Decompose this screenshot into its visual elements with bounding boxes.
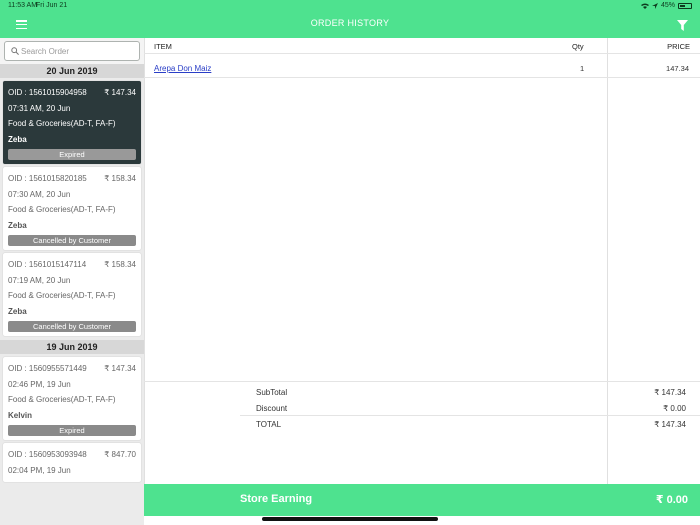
store-earning-label: Store Earning [240, 493, 313, 505]
filter-funnel-icon[interactable] [677, 20, 688, 31]
summary-divider [240, 415, 700, 416]
battery-percent: 45% [660, 2, 675, 9]
order-id: OID : 1560953093948 [8, 450, 87, 459]
page-title: ORDER HISTORY [310, 18, 390, 28]
order-amount: ₹ 147.34 [104, 364, 136, 373]
price-column-divider [607, 38, 608, 484]
qty-column-header: Qty [572, 42, 584, 51]
search-box[interactable] [4, 41, 140, 61]
order-detail-panel: ITEM Qty PRICE Arepa Don Maiz 1 147.34 S… [144, 38, 700, 484]
location-icon [651, 2, 658, 9]
item-qty: 1 [580, 64, 585, 73]
order-time: 07:19 AM, 20 Jun [8, 275, 71, 285]
order-id: OID : 1560955571449 [8, 364, 87, 373]
row-divider [144, 77, 700, 78]
order-amount: ₹ 147.34 [104, 88, 136, 97]
header-divider [144, 53, 700, 54]
price-column-header: PRICE [667, 42, 690, 51]
search-bar [0, 38, 144, 64]
order-amount: ₹ 158.34 [104, 174, 136, 183]
discount-value: ₹ 0.00 [663, 404, 686, 413]
store-earning-value: ₹ 0.00 [655, 494, 688, 506]
item-link[interactable]: Arepa Don Maiz [154, 64, 211, 73]
discount-label: Discount [256, 404, 288, 413]
order-time: 07:30 AM, 20 Jun [8, 189, 71, 199]
order-store: Food & Groceries(AD-T, FA-F) [8, 395, 116, 404]
date-header: 19 Jun 2019 [0, 340, 144, 354]
status-badge: Cancelled by Customer [8, 235, 136, 246]
order-store: Food & Groceries(AD-T, FA-F) [8, 205, 116, 214]
order-list-sidebar: 20 Jun 2019 OID : 1561015904958 ₹ 147.34 … [0, 38, 144, 525]
home-indicator[interactable] [262, 517, 438, 521]
order-customer: Zeba [8, 134, 27, 144]
order-id: OID : 1561015904958 [8, 88, 87, 97]
wifi-icon [640, 3, 649, 9]
status-date: Fri Jun 21 [36, 2, 68, 9]
order-id: OID : 1561015147114 [8, 260, 87, 269]
status-badge: Expired [8, 425, 136, 436]
order-time: 07:31 AM, 20 Jun [8, 103, 71, 113]
order-time: 02:46 PM, 19 Jun [8, 379, 71, 389]
order-time: 02:04 PM, 19 Jun [8, 465, 71, 475]
subtotal-value: ₹ 147.34 [654, 388, 686, 397]
status-right: 45% [640, 2, 692, 9]
order-customer: Kelvin [8, 410, 33, 420]
total-label: TOTAL [256, 420, 282, 429]
order-card[interactable]: OID : 1560955571449 ₹ 147.34 02:46 PM, 19… [3, 357, 141, 440]
store-earning-bar: Store Earning ₹ 0.00 [144, 484, 700, 516]
item-column-header: ITEM [154, 42, 172, 51]
order-card[interactable]: OID : 1561015904958 ₹ 147.34 07:31 AM, 20… [3, 81, 141, 164]
status-badge: Cancelled by Customer [8, 321, 136, 332]
order-card[interactable]: OID : 1560953093948 ₹ 847.70 02:04 PM, 19… [3, 443, 141, 482]
order-store: Food & Groceries(AD-T, FA-F) [8, 119, 116, 128]
order-amount: ₹ 158.34 [104, 260, 136, 269]
order-card[interactable]: OID : 1561015147114 ₹ 158.34 07:19 AM, 20… [3, 253, 141, 336]
status-bar: 11:53 AM Fri Jun 21 45% [0, 0, 700, 12]
order-id: OID : 1561015820185 [8, 174, 87, 183]
subtotal-label: SubTotal [256, 388, 288, 397]
order-card[interactable]: OID : 1561015820185 ₹ 158.34 07:30 AM, 20… [3, 167, 141, 250]
order-amount: ₹ 847.70 [104, 450, 136, 459]
search-input[interactable] [21, 44, 137, 58]
battery-icon [678, 2, 692, 9]
app-header: 11:53 AM Fri Jun 21 45% ORDER HISTORY [0, 0, 700, 38]
search-icon [11, 47, 19, 55]
total-value: ₹ 147.34 [654, 420, 686, 429]
status-time: 11:53 AM [8, 2, 38, 9]
status-badge: Expired [8, 149, 136, 160]
summary-top-divider [144, 381, 700, 382]
date-header: 20 Jun 2019 [0, 64, 144, 78]
order-store: Food & Groceries(AD-T, FA-F) [8, 291, 116, 300]
sidebar-divider [144, 38, 145, 484]
item-price: 147.34 [666, 64, 689, 73]
order-customer: Zeba [8, 306, 27, 316]
order-customer: Zeba [8, 220, 27, 230]
